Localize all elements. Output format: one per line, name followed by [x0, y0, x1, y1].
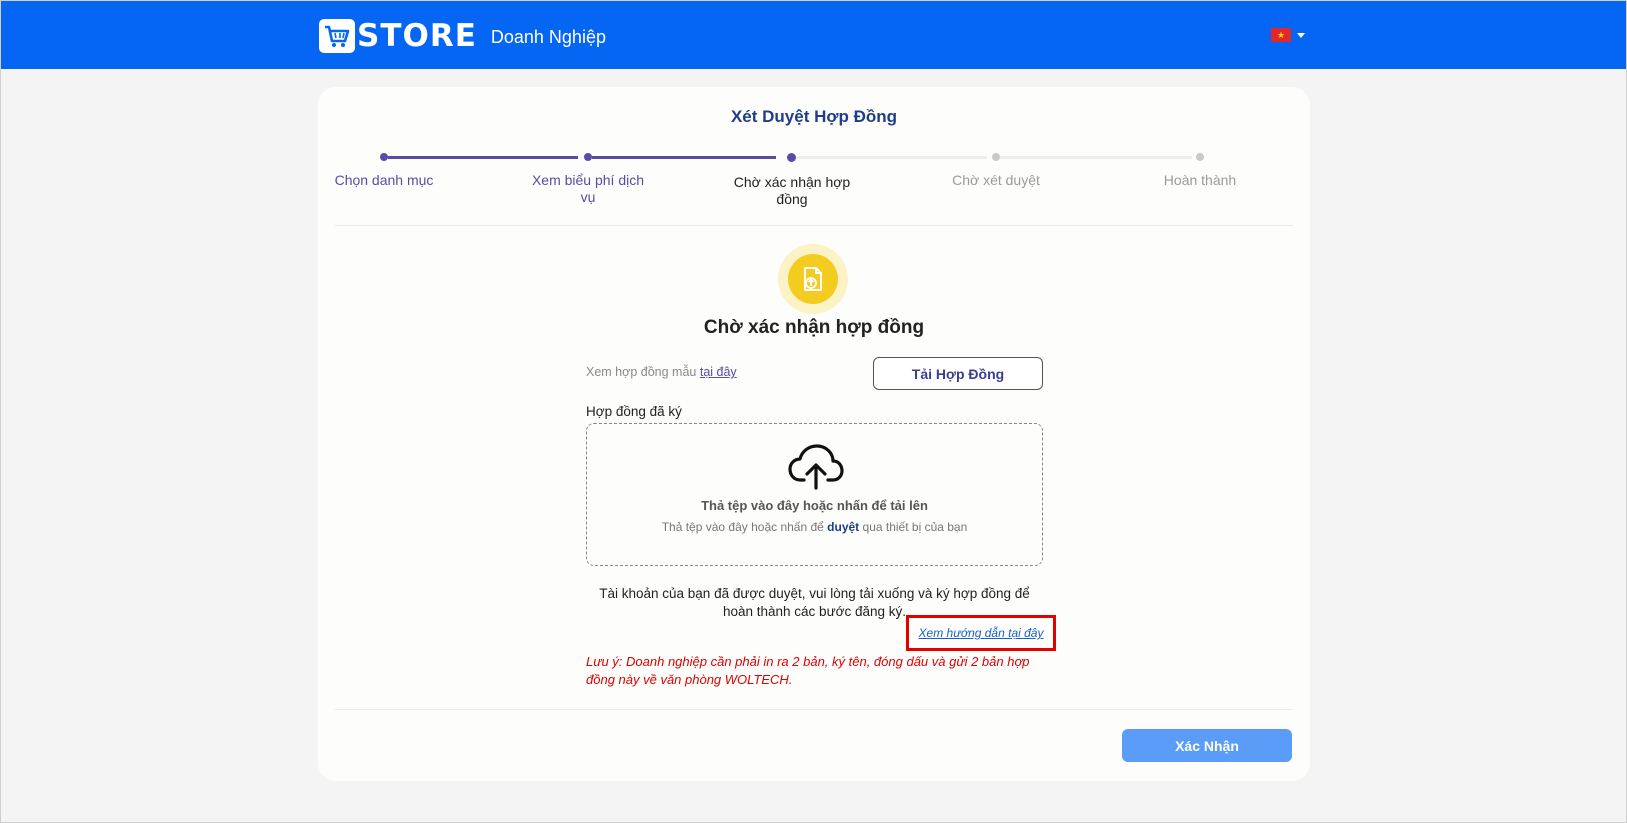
language-selector[interactable]: ★	[1271, 28, 1305, 42]
step-connector	[1000, 156, 1192, 159]
step-connector	[795, 156, 987, 159]
sample-contract-link[interactable]: tại đây	[700, 365, 737, 379]
confirm-button[interactable]: Xác Nhận	[1122, 729, 1292, 762]
step-dot-2	[584, 153, 592, 161]
contract-review-card: Xét Duyệt Hợp Đồng Chọn danh mục Xem biể…	[318, 87, 1310, 781]
step-dot-5	[1196, 153, 1204, 161]
step-label-complete: Hoàn thành	[1163, 172, 1237, 188]
bottom-divider	[335, 709, 1293, 710]
view-guide-link[interactable]: Xem hướng dẫn tại đây	[919, 626, 1044, 640]
status-icon-ring	[778, 244, 848, 314]
card-title: Xét Duyệt Hợp Đồng	[730, 107, 898, 126]
shopping-cart-icon	[319, 19, 355, 53]
step-label-await-review: Chờ xét duyệt	[952, 172, 1040, 188]
step-dot-4	[992, 153, 1000, 161]
logo-subtitle: Doanh Nghiệp	[490, 26, 606, 47]
cloud-upload-icon	[788, 444, 844, 490]
caret-down-icon	[1297, 32, 1305, 38]
logo-text: STORE	[357, 18, 477, 54]
note-text: Lưu ý: Doanh nghiệp cần phải in ra 2 bản…	[586, 654, 1030, 687]
step-label-await-contract: Chờ xác nhận hợp đồng	[733, 174, 851, 207]
download-contract-button[interactable]: Tải Hợp Đồng	[873, 357, 1043, 390]
step-label-choose-category: Chọn danh mục	[334, 172, 434, 188]
store-logo[interactable]: STORE Doanh Nghiệp	[319, 17, 606, 55]
top-divider	[335, 225, 1293, 226]
step-dot-1	[380, 153, 388, 161]
step-connector	[388, 156, 578, 159]
top-header: STORE Doanh Nghiệp ★	[1, 1, 1626, 69]
vietnam-flag-icon: ★	[1271, 28, 1291, 42]
dropzone-sub-text: Thả tệp vào đây hoặc nhấn để duyệt qua t…	[661, 520, 968, 534]
sample-contract-text: Xem hợp đồng mẫu tại đây	[586, 365, 737, 379]
step-connector	[592, 156, 776, 159]
dropzone-browse-link[interactable]: duyệt	[827, 520, 859, 534]
dropzone-main-text: Thả tệp vào đây hoặc nhấn để tải lên	[701, 498, 928, 513]
step-label-view-fees: Xem biểu phí dịch vụ	[531, 172, 645, 205]
guide-link-highlight: Xem hướng dẫn tại đây	[906, 615, 1056, 651]
signed-contract-label: Hợp đồng đã ký	[586, 404, 682, 419]
status-title: Chờ xác nhận hợp đồng	[703, 317, 925, 338]
file-dropzone[interactable]: Thả tệp vào đây hoặc nhấn để tải lên Thả…	[586, 423, 1043, 566]
step-dot-3	[787, 153, 796, 162]
file-upload-icon	[788, 254, 838, 304]
